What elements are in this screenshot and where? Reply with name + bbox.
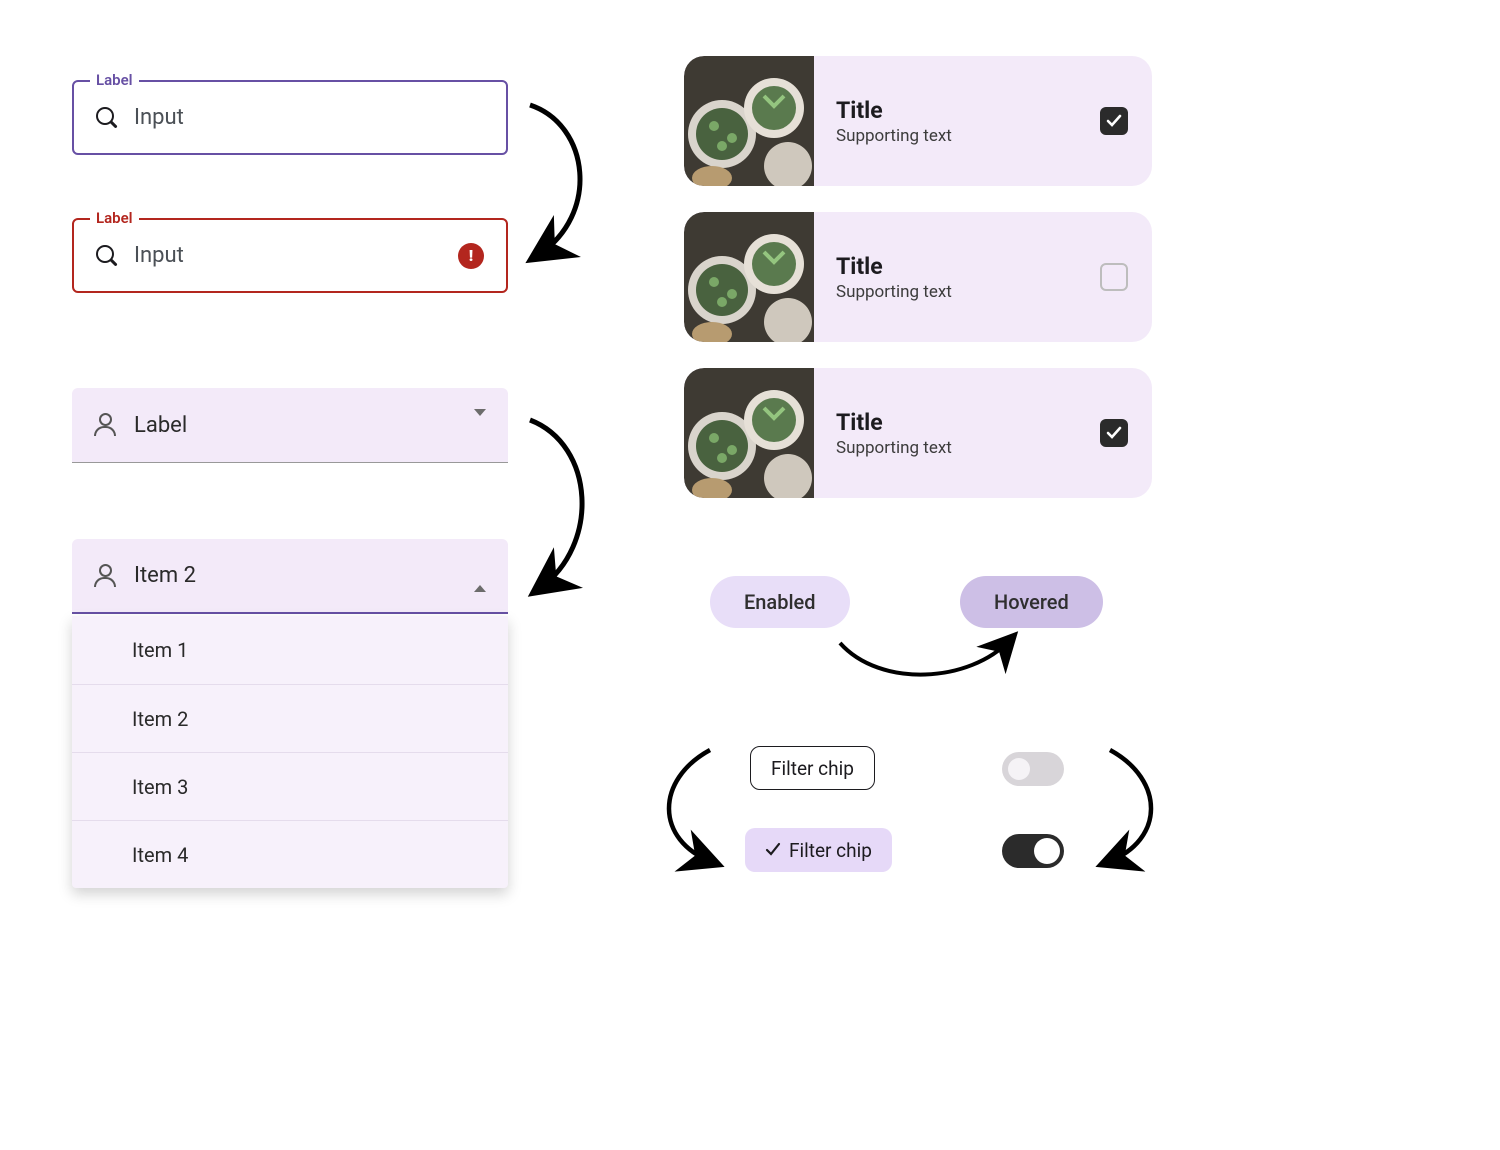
filter-chip-label: Filter chip [789, 839, 872, 862]
list-item-support: Supporting text [836, 126, 1100, 146]
switch-knob [1034, 838, 1060, 864]
checkbox-unchecked[interactable] [1100, 263, 1128, 291]
person-icon [94, 565, 116, 587]
select-menu: Item 1 Item 2 Item 3 Item 4 [72, 616, 508, 888]
chip-enabled[interactable]: Enabled [710, 576, 850, 628]
select-option[interactable]: Item 1 [72, 616, 508, 684]
check-icon [765, 842, 781, 858]
list-item-thumbnail [684, 56, 814, 186]
select-label: Label [134, 413, 187, 438]
list-item[interactable]: Title Supporting text [684, 212, 1152, 342]
chevron-up-icon [474, 566, 486, 592]
checkbox-checked[interactable] [1100, 107, 1128, 135]
filter-chip-outline[interactable]: Filter chip [750, 746, 875, 790]
select-open[interactable]: Item 2 [72, 539, 508, 614]
switch-knob [1008, 758, 1030, 780]
search-icon [96, 107, 118, 129]
chip-hovered[interactable]: Hovered [960, 576, 1103, 628]
switch-on[interactable] [1002, 834, 1064, 868]
text-field-error[interactable]: Label Input ! [72, 218, 508, 293]
error-icon: ! [458, 243, 484, 269]
select-option[interactable]: Item 3 [72, 752, 508, 820]
list-item-title: Title [836, 97, 1100, 124]
text-field-value: Input [134, 105, 184, 130]
select-closed[interactable]: Label [72, 388, 508, 463]
filter-chip-selected[interactable]: Filter chip [745, 828, 892, 872]
search-icon [96, 245, 118, 267]
list-item-thumbnail [684, 368, 814, 498]
switch-off[interactable] [1002, 752, 1064, 786]
list-item-support: Supporting text [836, 282, 1100, 302]
text-field-default[interactable]: Label Input [72, 80, 508, 155]
list-item[interactable]: Title Supporting text [684, 368, 1152, 498]
list-item[interactable]: Title Supporting text [684, 56, 1152, 186]
list-item-support: Supporting text [836, 438, 1100, 458]
select-option[interactable]: Item 4 [72, 820, 508, 888]
list-item-title: Title [836, 409, 1100, 436]
select-option[interactable]: Item 2 [72, 684, 508, 752]
person-icon [94, 414, 116, 436]
check-icon [1105, 424, 1123, 442]
list-item-title: Title [836, 253, 1100, 280]
check-icon [1105, 112, 1123, 130]
text-field-value: Input [134, 243, 184, 268]
select-value: Item 2 [134, 563, 196, 588]
text-field-label: Label [90, 71, 139, 89]
chevron-down-icon [474, 409, 486, 435]
text-field-label: Label [90, 209, 139, 227]
checkbox-checked[interactable] [1100, 419, 1128, 447]
list-item-thumbnail [684, 212, 814, 342]
